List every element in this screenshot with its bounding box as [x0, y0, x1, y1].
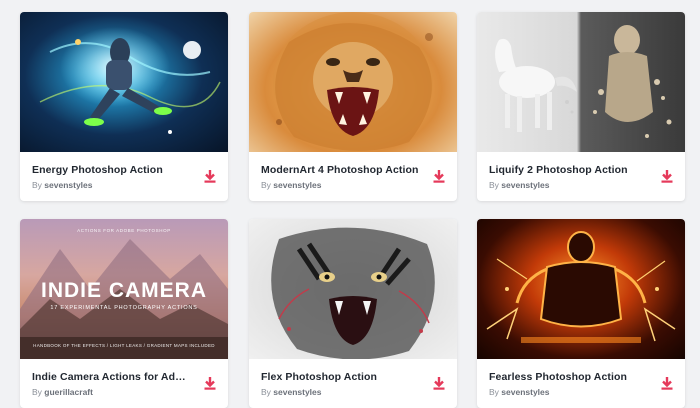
card-byline: By sevenstyles — [489, 387, 550, 397]
card-title[interactable]: Indie Camera Actions for Adobe... — [32, 371, 192, 383]
tiger-art — [271, 227, 435, 359]
thumbnail-indie-camera[interactable]: ACTIONS FOR ADOBE PHOTOSHOP INDIE CAMERA… — [20, 219, 228, 359]
card-byline: By sevenstyles — [261, 180, 322, 190]
indie-headline: INDIE CAMERA — [40, 279, 207, 302]
card-meta: Flex Photoshop Action By sevenstyles — [249, 359, 457, 408]
card-byline: By sevenstyles — [261, 387, 322, 397]
by-prefix: By — [261, 387, 271, 397]
download-icon[interactable] — [202, 168, 218, 184]
card-meta: Indie Camera Actions for Adobe... By gue… — [20, 359, 228, 408]
download-icon[interactable] — [431, 168, 447, 184]
actions-grid: Energy Photoshop Action By sevenstyles M… — [0, 0, 700, 408]
card-fearless[interactable]: Fearless Photoshop Action By sevenstyles — [477, 219, 685, 408]
card-modernart[interactable]: ModernArt 4 Photoshop Action By sevensty… — [249, 12, 457, 201]
download-icon[interactable] — [431, 375, 447, 391]
thumbnail-modernart[interactable] — [249, 12, 457, 152]
by-prefix: By — [489, 387, 499, 397]
card-energy[interactable]: Energy Photoshop Action By sevenstyles — [20, 12, 228, 201]
card-meta: Energy Photoshop Action By sevenstyles — [20, 152, 228, 201]
horse-woman-art — [495, 25, 672, 138]
author-link[interactable]: sevenstyles — [501, 387, 549, 397]
by-prefix: By — [261, 180, 271, 190]
card-indie-camera[interactable]: ACTIONS FOR ADOBE PHOTOSHOP INDIE CAMERA… — [20, 219, 228, 408]
by-prefix: By — [32, 387, 42, 397]
thumbnail-liquify[interactable] — [477, 12, 685, 152]
indie-subline: 17 EXPERIMENTAL PHOTOGRAPHY ACTIONS — [50, 305, 198, 311]
author-link[interactable]: sevenstyles — [501, 180, 549, 190]
card-flex[interactable]: Flex Photoshop Action By sevenstyles — [249, 219, 457, 408]
card-liquify[interactable]: Liquify 2 Photoshop Action By sevenstyle… — [477, 12, 685, 201]
card-byline: By sevenstyles — [489, 180, 550, 190]
card-title[interactable]: Liquify 2 Photoshop Action — [489, 164, 649, 176]
card-title[interactable]: Fearless Photoshop Action — [489, 371, 649, 383]
author-link[interactable]: sevenstyles — [273, 387, 321, 397]
author-link[interactable]: sevenstyles — [273, 180, 321, 190]
fire-man-art — [486, 231, 676, 343]
lion-art — [273, 12, 433, 152]
download-icon[interactable] — [202, 375, 218, 391]
download-icon[interactable] — [659, 375, 675, 391]
card-title[interactable]: ModernArt 4 Photoshop Action — [261, 164, 421, 176]
by-prefix: By — [32, 180, 42, 190]
card-meta: Fearless Photoshop Action By sevenstyles — [477, 359, 685, 408]
thumbnail-fearless[interactable] — [477, 219, 685, 359]
card-byline: By sevenstyles — [32, 180, 93, 190]
card-byline: By guerillacraft — [32, 387, 93, 397]
author-link[interactable]: sevenstyles — [44, 180, 92, 190]
card-meta: ModernArt 4 Photoshop Action By sevensty… — [249, 152, 457, 201]
thumbnail-flex[interactable] — [249, 219, 457, 359]
author-link[interactable]: guerillacraft — [44, 387, 93, 397]
indie-footer: HANDBOOK OF THE EFFECTS / LIGHT LEAKS / … — [33, 343, 215, 348]
card-title[interactable]: Energy Photoshop Action — [32, 164, 192, 176]
indie-kicker: ACTIONS FOR ADOBE PHOTOSHOP — [77, 228, 171, 233]
card-title[interactable]: Flex Photoshop Action — [261, 371, 421, 383]
energy-art — [39, 27, 221, 134]
download-icon[interactable] — [659, 168, 675, 184]
by-prefix: By — [489, 180, 499, 190]
thumbnail-energy[interactable] — [20, 12, 228, 152]
card-meta: Liquify 2 Photoshop Action By sevenstyle… — [477, 152, 685, 201]
